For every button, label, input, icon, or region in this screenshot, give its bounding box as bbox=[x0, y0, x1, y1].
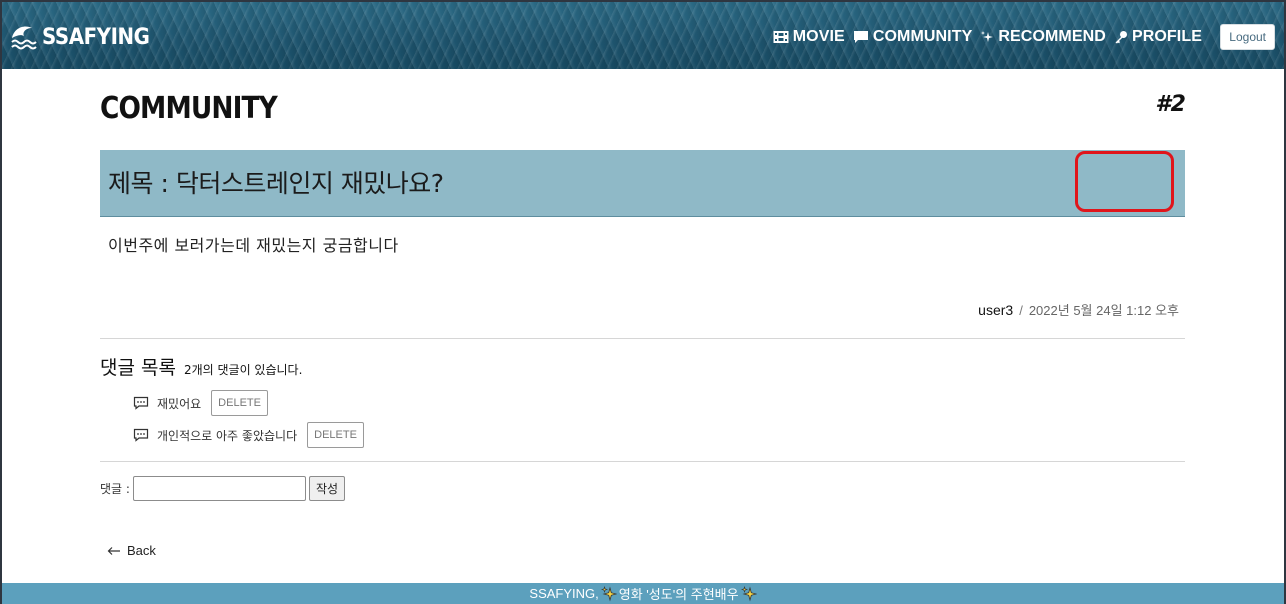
highlight-box bbox=[1075, 151, 1174, 212]
nav-profile-label: PROFILE bbox=[1131, 28, 1202, 45]
navbar: SSAFYING MOVIE COMMUNITY RECOMMEND PROFI… bbox=[2, 2, 1284, 69]
sparkle-icon bbox=[740, 585, 757, 602]
nav-movie[interactable]: MOVIE bbox=[773, 28, 845, 46]
comment-icon bbox=[133, 428, 149, 442]
post-number: #2 bbox=[1155, 92, 1186, 117]
post-body: 이번주에 보러가는데 재밌는지 궁금합니다 bbox=[108, 236, 399, 255]
comment-text: 개인적으로 아주 좋았습니다 bbox=[157, 428, 298, 443]
comment-form: 댓글 : 작성 bbox=[100, 476, 346, 501]
nav-links: MOVIE COMMUNITY RECOMMEND PROFILE bbox=[773, 28, 1202, 46]
comment-text: 재밌어요 bbox=[157, 396, 202, 411]
footer-text-after: 영화 '성도'의 주현배우 bbox=[618, 587, 739, 602]
page-title: COMMUNITY bbox=[100, 91, 278, 126]
delete-comment-button[interactable]: DELETE bbox=[211, 390, 268, 416]
back-link[interactable]: Back bbox=[107, 543, 156, 558]
post-meta: user3 / 2022년 5월 24일 1:12 오후 bbox=[978, 300, 1179, 319]
chat-icon bbox=[853, 31, 868, 43]
nav-recommend[interactable]: RECOMMEND bbox=[980, 28, 1106, 46]
comment-heading: 댓글 목록 2개의 댓글이 있습니다. bbox=[100, 353, 302, 380]
meta-separator: / bbox=[1019, 303, 1023, 318]
post-title-bar: 제목 : 닥터스트레인지 재밌나요? bbox=[100, 150, 1185, 217]
comment-heading-label: 댓글 목록 bbox=[100, 357, 176, 379]
logout-button[interactable]: Logout bbox=[1220, 24, 1275, 50]
nav-community[interactable]: COMMUNITY bbox=[853, 28, 973, 46]
key-icon bbox=[1115, 31, 1127, 44]
nav-profile[interactable]: PROFILE bbox=[1114, 28, 1202, 46]
nav-community-label: COMMUNITY bbox=[872, 28, 973, 45]
brand-name: SSAFYING bbox=[42, 24, 150, 50]
nav-movie-label: MOVIE bbox=[792, 28, 845, 45]
post-author: user3 bbox=[978, 302, 1014, 318]
footer: SSAFYING, 영화 '성도'의 주현배우 bbox=[2, 583, 1284, 604]
submit-comment-button[interactable]: 작성 bbox=[308, 476, 346, 501]
divider bbox=[100, 461, 1185, 462]
delete-comment-button[interactable]: DELETE bbox=[307, 422, 364, 448]
film-icon bbox=[773, 31, 789, 43]
brand-logo[interactable]: SSAFYING bbox=[10, 24, 161, 50]
list-item: 재밌어요 DELETE bbox=[133, 390, 268, 416]
post-title: 제목 : 닥터스트레인지 재밌나요? bbox=[108, 169, 444, 198]
sparkle-icon bbox=[981, 31, 994, 42]
comment-input-label: 댓글 : bbox=[100, 482, 130, 496]
sparkle-icon bbox=[600, 585, 617, 602]
wave-icon bbox=[11, 26, 37, 50]
post-date: 2022년 5월 24일 1:12 오후 bbox=[1028, 303, 1179, 318]
footer-text-before: SSAFYING, bbox=[529, 586, 599, 601]
arrow-left-icon bbox=[107, 546, 120, 555]
list-item: 개인적으로 아주 좋았습니다 DELETE bbox=[133, 422, 364, 448]
divider bbox=[100, 338, 1185, 339]
nav-recommend-label: RECOMMEND bbox=[998, 28, 1106, 45]
back-label: Back bbox=[127, 543, 156, 558]
comment-icon bbox=[133, 396, 149, 410]
comment-count: 2개의 댓글이 있습니다. bbox=[183, 363, 303, 377]
comment-input[interactable] bbox=[132, 476, 306, 501]
